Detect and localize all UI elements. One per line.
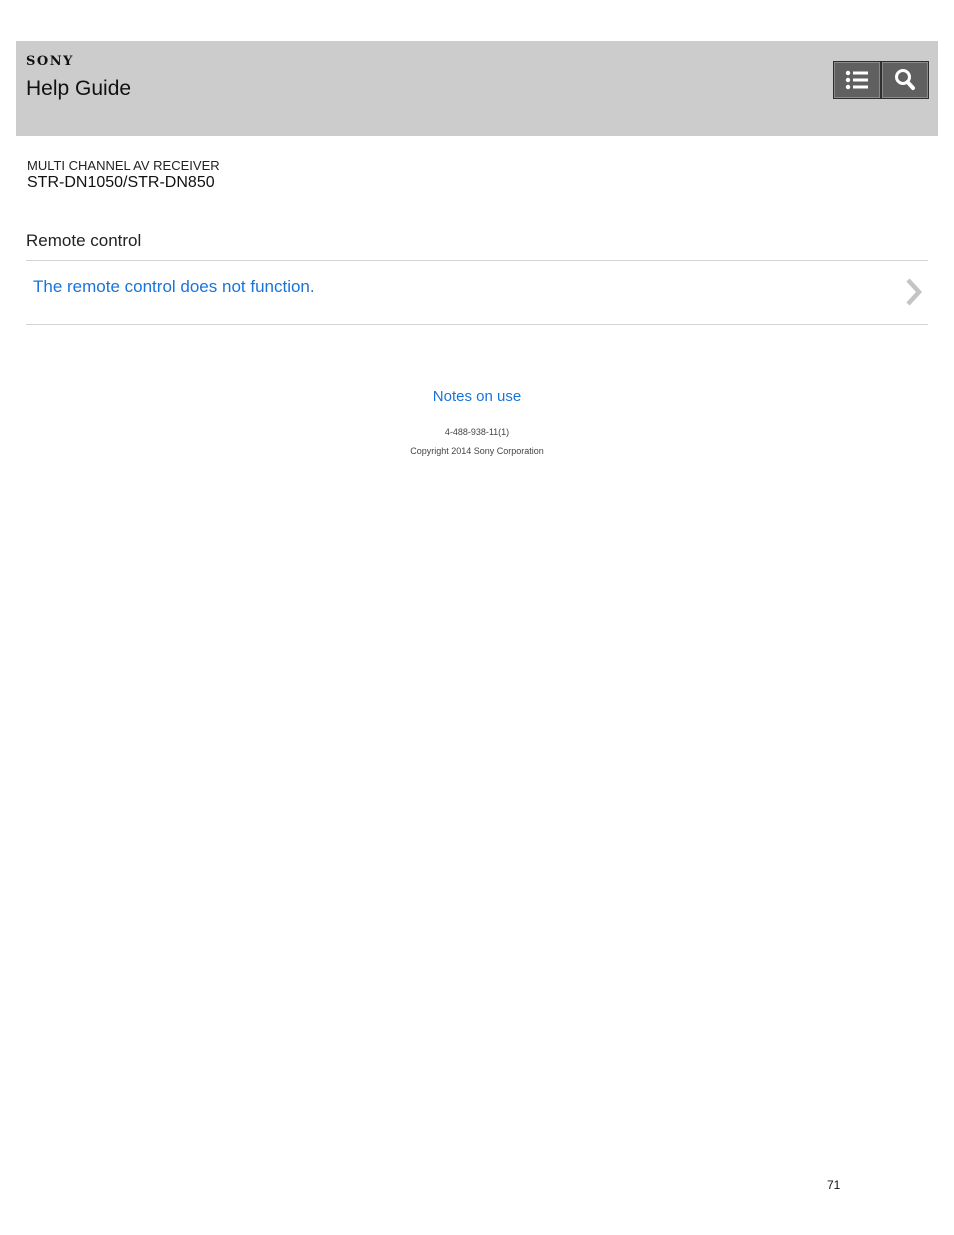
copyright-text: Copyright 2014 Sony Corporation	[410, 446, 544, 456]
product-category: MULTI CHANNEL AV RECEIVER	[27, 158, 220, 173]
header-bar: SONY Help Guide	[16, 41, 938, 136]
page-number: 71	[827, 1178, 841, 1192]
product-model: STR-DN1050/STR-DN850	[27, 174, 215, 191]
list-icon	[845, 70, 868, 90]
topic-row[interactable]: The remote control does not function.	[26, 261, 928, 324]
notes-on-use-container: Notes on use	[0, 388, 954, 405]
topic-link-remote-not-functioning[interactable]: The remote control does not function.	[33, 277, 315, 297]
sony-logo: SONY	[26, 54, 74, 69]
toc-button[interactable]	[833, 61, 881, 99]
help-guide-title: Help Guide	[26, 77, 132, 100]
notes-on-use-link[interactable]: Notes on use	[433, 388, 521, 405]
divider	[26, 324, 928, 325]
section-title: Remote control	[26, 231, 142, 250]
search-icon	[895, 69, 915, 90]
chevron-right-icon	[906, 278, 923, 306]
search-button[interactable]	[881, 61, 929, 99]
document-number: 4-488-938-11(1)	[444, 427, 510, 437]
